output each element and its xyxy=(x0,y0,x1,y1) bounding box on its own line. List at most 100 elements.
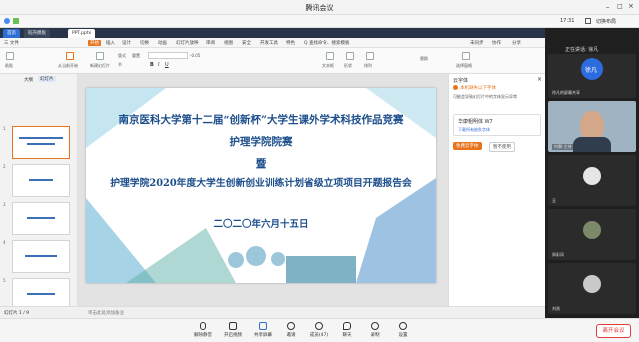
menu-design[interactable]: 设计 xyxy=(122,40,131,46)
italic-icon[interactable]: I xyxy=(158,62,159,68)
grid-icon[interactable] xyxy=(585,18,591,24)
video-tile-5[interactable]: 刘贤 xyxy=(548,263,636,314)
meeting-title: 腾讯会议 xyxy=(305,4,334,12)
menu-slideshow[interactable]: 幻灯片放映 xyxy=(176,40,199,46)
ribbon-section[interactable]: 节 xyxy=(118,62,122,68)
menu-search[interactable]: Q 查找命令、搜索模板 xyxy=(304,40,349,46)
chat-icon xyxy=(343,322,351,330)
ribbon-arrange[interactable]: 排列 xyxy=(364,63,372,69)
selection-pane-icon[interactable] xyxy=(462,52,470,60)
menu-security[interactable]: 安全 xyxy=(242,40,251,46)
shape-icon[interactable] xyxy=(346,52,354,60)
bold-icon[interactable]: B xyxy=(150,62,154,68)
close-icon[interactable]: × xyxy=(628,2,634,10)
cloud-font-panel: 云字体 × 本机缺失以下字体 可能会导致幻灯片中的字体显示异常 华康粗明体 W7… xyxy=(448,74,545,306)
leave-meeting-button[interactable]: 离开会议 xyxy=(596,324,631,338)
thumbnail-panel: 大纲 幻灯片 1 2 3 4 5 xyxy=(0,74,78,311)
ribbon-reset[interactable]: 重置 xyxy=(132,53,140,59)
video-button[interactable]: 开启视频 xyxy=(220,322,246,338)
ribbon-selection-pane[interactable]: 选择窗格 xyxy=(456,63,472,69)
maximize-icon[interactable]: □ xyxy=(617,3,623,10)
minimize-icon[interactable]: – xyxy=(606,3,610,11)
menu-share[interactable]: 分享 xyxy=(512,40,521,46)
ribbon-textbox[interactable]: 文本框 xyxy=(322,63,334,69)
ribbon-layout[interactable]: 版式 xyxy=(118,53,126,59)
font-item-name: 华康粗明体 W7 xyxy=(458,119,493,125)
info-icon[interactable] xyxy=(4,18,10,24)
ribbon-spacing-value[interactable]: -0.05 xyxy=(190,53,200,58)
menu-devtools[interactable]: 开发工具 xyxy=(260,40,278,46)
menu-view[interactable]: 视图 xyxy=(224,40,233,46)
unmute-button[interactable]: 解除静音 xyxy=(190,322,216,338)
menu-transition[interactable]: 切换 xyxy=(140,40,149,46)
ribbon-new-slide[interactable]: 新建幻灯片 xyxy=(90,63,110,69)
participant-name: 刘贤 xyxy=(552,306,560,311)
share-screen-icon xyxy=(259,322,267,330)
ribbon-replace[interactable]: 替换 xyxy=(420,56,428,62)
participant-name: 周彩凤 xyxy=(552,252,564,257)
cloud-font-button[interactable]: 免费云字体 xyxy=(453,142,482,150)
participant-video xyxy=(573,137,611,152)
wps-tab-ppt[interactable]: PPT.pptx xyxy=(68,29,96,38)
video-tile-share[interactable]: 徐凡 徐凡的屏幕共享 xyxy=(548,54,636,98)
ribbon-paste[interactable]: 粘贴 xyxy=(5,63,13,69)
share-screen-button[interactable]: 共享屏幕 xyxy=(250,322,276,338)
menu-animation[interactable]: 动画 xyxy=(158,40,167,46)
textbox-icon[interactable] xyxy=(326,52,334,60)
ribbon-play-current[interactable]: 从当前开始 xyxy=(58,63,78,69)
panel-tab-slides[interactable]: 幻灯片 xyxy=(38,76,56,82)
invite-button[interactable]: 邀请 xyxy=(278,322,304,338)
warning-icon xyxy=(453,85,458,90)
wps-tab-docer[interactable]: 稻壳模板 xyxy=(24,29,50,38)
chat-button[interactable]: 聊天 xyxy=(334,322,360,338)
slide-thumb-3[interactable] xyxy=(12,202,70,235)
panel-tab-outline[interactable]: 大纲 xyxy=(24,77,33,83)
speaking-indicator: 正在讲话: 徐凡 xyxy=(565,47,599,53)
menu-start[interactable]: 开始 xyxy=(88,40,101,46)
menu-review[interactable]: 审阅 xyxy=(206,40,215,46)
meeting-titlebar: 腾讯会议 – □ × xyxy=(0,0,639,15)
members-icon xyxy=(315,322,323,330)
video-tile-3[interactable]: 丑 xyxy=(548,155,636,206)
download-link[interactable]: 下载所有缺失字体 xyxy=(458,127,490,133)
switch-layout-button[interactable]: 切换布局 xyxy=(596,18,616,25)
new-slide-icon[interactable] xyxy=(96,52,104,60)
toolbar-label: 成员(47) xyxy=(309,333,329,338)
font-item[interactable]: 华康粗明体 W7 下载所有缺失字体 xyxy=(453,114,541,136)
menu-insert[interactable]: 插入 xyxy=(106,40,115,46)
menu-file[interactable]: 三 文件 xyxy=(4,40,19,46)
thumb-number: 1 xyxy=(3,126,6,131)
underline-icon[interactable]: U xyxy=(165,62,169,68)
paste-icon[interactable] xyxy=(6,52,14,60)
slide-title-line1: 南京医科大学第十二届“创新杯”大学生课外学术科技作品竞赛 xyxy=(118,114,404,126)
play-icon[interactable] xyxy=(66,52,74,60)
menu-unsynced[interactable]: 未同步 xyxy=(470,40,484,46)
avatar xyxy=(583,221,601,239)
slide-thumb-1[interactable] xyxy=(12,126,70,159)
settings-button[interactable]: 设置 xyxy=(390,322,416,338)
panel-close-icon[interactable]: × xyxy=(537,76,542,83)
notes-placeholder[interactable]: 单击此处添加备注 xyxy=(88,310,124,316)
video-tile-4[interactable]: 周彩凤 xyxy=(548,209,636,260)
slide-thumb-2[interactable] xyxy=(12,164,70,197)
meeting-infobar: 17:31 切换布局 xyxy=(0,15,639,28)
menu-special[interactable]: 特色 xyxy=(286,40,295,46)
not-now-button[interactable]: 暂不使用 xyxy=(489,142,515,152)
video-tile-host[interactable]: 何腾-主持 xyxy=(548,101,636,152)
meeting-toolbar: 解除静音 开启视频 共享屏幕 邀请 成员(47) 聊天 录制 设置 离开会议 xyxy=(0,318,639,342)
font-name-field[interactable] xyxy=(148,52,188,59)
current-slide[interactable]: 南京医科大学第十二届“创新杯”大学生课外学术科技作品竞赛 护理学院院赛 暨 护理… xyxy=(86,88,436,283)
arrange-icon[interactable] xyxy=(366,52,374,60)
participant-panel: 正在讲话: 徐凡 徐凡 徐凡的屏幕共享 何腾-主持 丑 周彩凤 刘贤 xyxy=(545,28,639,318)
members-button[interactable]: 成员(47) xyxy=(306,322,332,338)
menu-collab[interactable]: 协作 xyxy=(492,40,501,46)
ribbon-shape[interactable]: 形状 xyxy=(344,63,352,69)
slide-thumb-4[interactable] xyxy=(12,240,70,273)
record-button[interactable]: 录制 xyxy=(362,322,388,338)
missing-font-notice: 本机缺失以下字体 xyxy=(460,86,496,91)
wps-tab-home[interactable]: 首页 xyxy=(3,29,20,38)
toolbar-label: 共享屏幕 xyxy=(254,333,272,338)
microphone-icon xyxy=(200,322,206,330)
network-icon[interactable] xyxy=(13,18,19,24)
participant-name: 何腾-主持 xyxy=(552,144,574,150)
